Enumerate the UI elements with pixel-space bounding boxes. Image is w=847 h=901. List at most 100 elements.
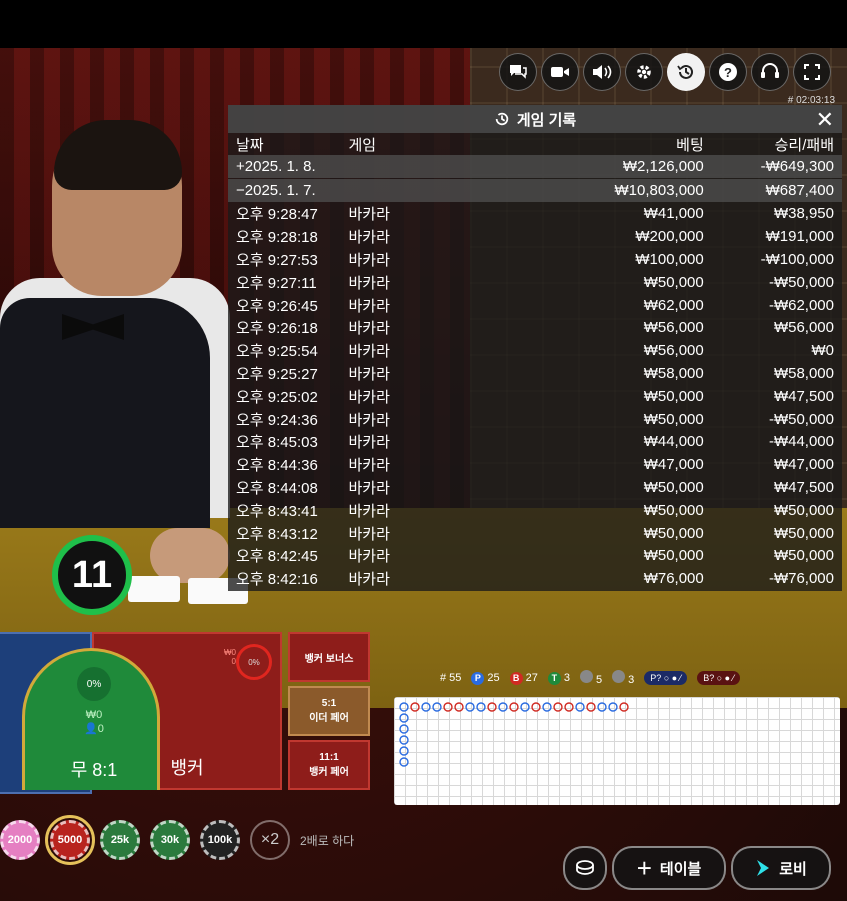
row-result: ₩50,000 xyxy=(773,524,834,542)
history-rows: 오후 9:28:47 바카라 ₩41,000 ₩38,950 오후 9:28:18 바카라… xyxy=(228,203,842,591)
banker-wins: 27 xyxy=(525,671,538,684)
tie-wins: 3 xyxy=(563,671,571,684)
chat-icon[interactable] xyxy=(499,53,537,91)
bet-spot-banker-pair[interactable]: 11:1 뱅커 페어 xyxy=(288,740,370,790)
row-bet: ₩50,000 xyxy=(643,273,704,291)
history-row[interactable]: 오후 9:24:36 바카라 ₩50,000 -₩50,000 xyxy=(228,408,842,431)
player-pairs: 5 xyxy=(596,674,603,686)
help-icon[interactable]: ? xyxy=(709,53,747,91)
bet-spot-banker-bonus[interactable]: 뱅커 보너스 xyxy=(288,632,370,682)
chip[interactable]: 30k xyxy=(150,820,190,860)
banker-percent-ring: 0% xyxy=(236,644,272,680)
player-count: P 25 xyxy=(471,671,500,685)
row-game: 바카라 xyxy=(348,297,390,315)
date-summary-row[interactable]: −2025. 1. 7. ₩10,803,000 ₩687,400 xyxy=(228,178,842,202)
chip[interactable]: 100k xyxy=(200,820,240,860)
player-wins: 25 xyxy=(487,671,500,684)
countdown-timer: 11 xyxy=(52,535,132,615)
history-row[interactable]: 오후 9:27:11 바카라 ₩50,000 -₩50,000 xyxy=(228,271,842,294)
road-mark xyxy=(476,702,486,712)
road-mark xyxy=(399,746,409,756)
road-mark xyxy=(487,702,497,712)
row-time: 오후 8:44:36 xyxy=(236,457,318,475)
lobby-icon xyxy=(757,860,770,876)
add-table-button[interactable]: + 테이블 xyxy=(612,846,726,890)
row-time: 오후 8:42:16 xyxy=(236,571,318,589)
shoe-stats: # 55 P 25 B 27 T3 5 3 P? ○ ● ⁄ B? ○ ● ⁄ xyxy=(440,670,741,686)
road-mark xyxy=(410,702,420,712)
column-game: 게임 xyxy=(348,136,377,154)
history-row[interactable]: 오후 8:43:12 바카라 ₩50,000 ₩50,000 xyxy=(228,522,842,545)
column-date: 날짜 xyxy=(236,136,264,154)
video-icon[interactable] xyxy=(541,53,579,91)
row-bet: ₩200,000 xyxy=(635,228,704,246)
history-row[interactable]: 오후 8:42:45 바카라 ₩50,000 ₩50,000 xyxy=(228,545,842,568)
lobby-button[interactable]: 로비 xyxy=(731,846,831,890)
history-icon[interactable] xyxy=(667,53,705,91)
road-mark xyxy=(542,702,552,712)
road-mark xyxy=(399,757,409,767)
close-icon[interactable]: ✕ xyxy=(816,107,834,133)
chip-selected[interactable]: 5000 xyxy=(45,815,95,865)
road-mark xyxy=(619,702,629,712)
row-bet: ₩62,000 xyxy=(643,296,704,314)
banker-predict[interactable]: B? ○ ● ⁄ xyxy=(697,671,741,685)
chips-stack-button[interactable] xyxy=(563,846,607,890)
column-result: 승리/패배 xyxy=(774,136,834,154)
gear-icon[interactable] xyxy=(625,53,663,91)
row-game: 바카라 xyxy=(348,548,390,566)
history-row[interactable]: 오후 8:43:41 바카라 ₩50,000 ₩50,000 xyxy=(228,499,842,522)
row-result: ₩47,000 xyxy=(773,456,834,474)
history-row[interactable]: 오후 9:26:18 바카라 ₩56,000 ₩56,000 xyxy=(228,317,842,340)
road-mark xyxy=(443,702,453,712)
banker-bonus-label: 뱅커 보너스 xyxy=(304,653,354,665)
history-row[interactable]: 오후 9:27:53 바카라 ₩100,000 -₩100,000 xyxy=(228,248,842,271)
history-row[interactable]: 오후 9:25:02 바카라 ₩50,000 ₩47,500 xyxy=(228,385,842,408)
chip[interactable]: 25k xyxy=(100,820,140,860)
chip-tray: 2000 5000 25k 30k 100k ×2 2배로 하다 xyxy=(0,815,354,865)
row-result: ₩56,000 xyxy=(773,319,834,337)
row-bet: ₩50,000 xyxy=(643,387,704,405)
fullscreen-icon[interactable] xyxy=(793,53,831,91)
scoreboard-roads[interactable] xyxy=(394,697,840,805)
headset-icon[interactable] xyxy=(751,53,789,91)
row-game: 바카라 xyxy=(348,571,390,589)
row-game: 바카라 xyxy=(348,252,390,270)
banker-stats: ₩0 0 xyxy=(224,648,236,666)
road-mark xyxy=(531,702,541,712)
history-row[interactable]: 오후 9:28:18 바카라 ₩200,000 ₩191,000 xyxy=(228,225,842,248)
chip[interactable]: 2000 xyxy=(0,820,40,860)
row-game: 바카라 xyxy=(348,457,390,475)
road-mark xyxy=(399,724,409,734)
history-columns: 날짜 게임 베팅 승리/패배 xyxy=(228,133,842,155)
summary-bet: ₩10,803,000 xyxy=(614,181,704,199)
history-row[interactable]: 오후 8:44:08 바카라 ₩50,000 ₩47,500 xyxy=(228,476,842,499)
history-row[interactable]: 오후 8:44:36 바카라 ₩47,000 ₩47,000 xyxy=(228,453,842,476)
history-header: 게임 기록 ✕ xyxy=(228,105,842,133)
summary-date: +2025. 1. 8. xyxy=(236,157,316,175)
summary-bet: ₩2,126,000 xyxy=(622,157,704,175)
date-summary-row[interactable]: +2025. 1. 8. ₩2,126,000 -₩649,300 xyxy=(228,155,842,178)
tie-percent: 0% xyxy=(77,667,111,701)
row-bet: ₩50,000 xyxy=(643,524,704,542)
double-button[interactable]: ×2 xyxy=(250,820,290,860)
row-result: ₩191,000 xyxy=(765,228,834,246)
road-mark xyxy=(399,702,409,712)
bet-spot-tie[interactable]: 0% ₩0 👤0 무 8:1 xyxy=(22,648,160,790)
tie-players: 👤0 xyxy=(84,723,104,735)
player-predict[interactable]: P? ○ ● ⁄ xyxy=(644,671,688,685)
history-row[interactable]: 오후 9:25:54 바카라 ₩56,000 ₩0 xyxy=(228,339,842,362)
volume-icon[interactable] xyxy=(583,53,621,91)
history-row[interactable]: 오후 8:45:03 바카라 ₩44,000 -₩44,000 xyxy=(228,431,842,454)
row-bet: ₩41,000 xyxy=(643,205,704,223)
history-row[interactable]: 오후 9:26:45 바카라 ₩62,000 -₩62,000 xyxy=(228,294,842,317)
bet-spot-either-pair[interactable]: 5:1 이더 페어 xyxy=(288,686,370,736)
history-row[interactable]: 오후 8:42:16 바카라 ₩76,000 -₩76,000 xyxy=(228,567,842,590)
history-row[interactable]: 오후 9:28:47 바카라 ₩41,000 ₩38,950 xyxy=(228,203,842,226)
history-row[interactable]: 오후 9:25:27 바카라 ₩58,000 ₩58,000 xyxy=(228,362,842,385)
lobby-label: 로비 xyxy=(779,860,807,878)
either-pair-label: 이더 페어 xyxy=(309,713,349,724)
svg-text:?: ? xyxy=(724,65,732,80)
banker-pair-count: 3 xyxy=(612,670,634,686)
row-bet: ₩50,000 xyxy=(643,547,704,565)
